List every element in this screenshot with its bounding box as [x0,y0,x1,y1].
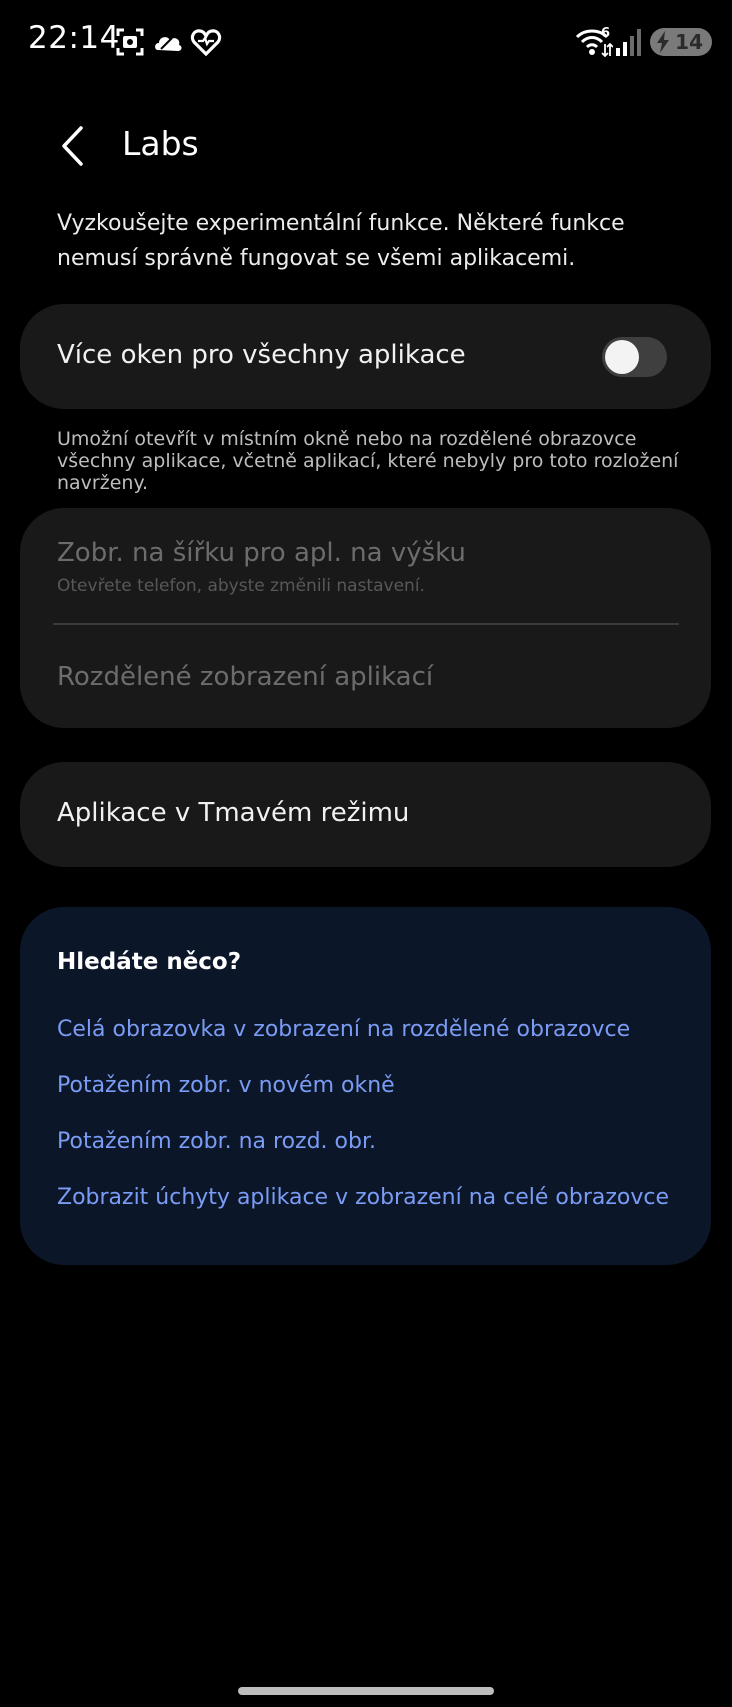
landscape-option-subtitle: Otevřete telefon, abyste změnili nastave… [57,576,425,596]
page-title: Labs [122,124,199,163]
network-badge: 6 [601,26,611,41]
home-indicator[interactable] [238,1687,494,1695]
split-view-option-label: Rozdělené zobrazení aplikací [57,662,434,692]
battery-indicator: 14 [650,28,712,56]
dark-mode-apps-item[interactable]: Aplikace v Tmavém režimu [20,762,711,867]
battery-level: 14 [675,30,703,54]
suggestion-link[interactable]: Potažením zobr. v novém okně [57,1073,395,1098]
suggestion-link[interactable]: Potažením zobr. na rozd. obr. [57,1129,376,1154]
weather-cloud-icon [155,37,182,51]
multi-window-label: Více oken pro všechny aplikace [57,340,466,370]
screenshot-icon [116,28,144,56]
back-button[interactable] [50,118,94,174]
suggestion-link[interactable]: Zobrazit úchyty aplikace v zobrazení na … [57,1185,669,1210]
divider [53,623,679,625]
heart-health-icon [190,29,222,57]
toggle-knob [605,340,639,374]
landscape-option-label: Zobr. na šířku pro apl. na výšku [57,538,466,568]
battery-charging-icon [657,31,669,53]
suggestion-link[interactable]: Celá obrazovka v zobrazení na rozdělené … [57,1017,630,1042]
multi-window-help: Umožní otevřít v místním okně nebo na ro… [57,428,679,494]
search-suggestions-heading: Hledáte něco? [57,949,242,975]
display-options-card: Zobr. na šířku pro apl. na výšku Otevřet… [20,508,711,728]
chevron-left-icon [62,126,83,166]
status-time: 22:14 [28,20,120,56]
intro-description: Vyzkoušejte experimentální funkce. Někte… [57,211,625,271]
multi-window-toggle[interactable] [602,337,667,377]
signal-icon [616,29,641,56]
dark-mode-apps-label: Aplikace v Tmavém režimu [57,798,410,828]
